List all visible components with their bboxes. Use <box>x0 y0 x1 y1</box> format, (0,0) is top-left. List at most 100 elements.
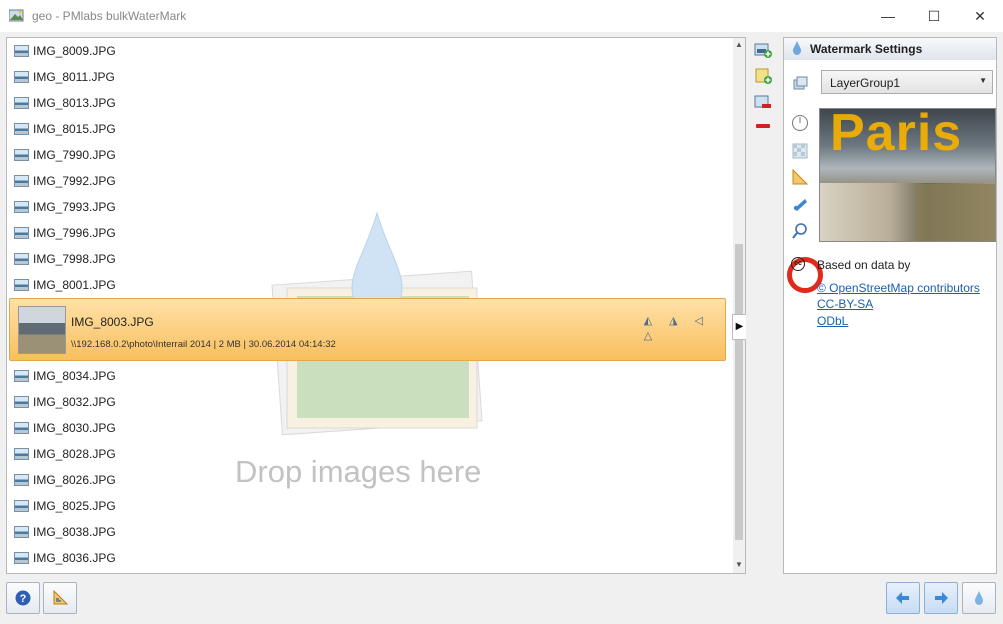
row-actions: ◭ ◮ ◁ △ <box>640 313 725 343</box>
file-list-panel[interactable]: Drop images here IMG_8009.JPG IMG_8011.JP… <box>6 37 746 574</box>
image-file-icon <box>14 253 29 265</box>
file-name: IMG_7998.JPG <box>33 252 116 266</box>
list-item[interactable]: IMG_8025.JPG <box>7 493 733 519</box>
scrollbar-thumb[interactable] <box>735 244 743 540</box>
image-file-icon <box>14 97 29 109</box>
file-name: IMG_8032.JPG <box>33 395 116 409</box>
minimize-button[interactable]: — <box>865 0 911 32</box>
list-item[interactable]: IMG_7992.JPG <box>7 168 733 194</box>
settings-button[interactable] <box>43 582 77 614</box>
list-item[interactable]: IMG_8015.JPG <box>7 116 733 142</box>
selected-file-name: IMG_8003.JPG <box>71 315 154 329</box>
list-item[interactable]: IMG_8009.JPG <box>7 38 733 64</box>
odbl-link[interactable]: ODbL <box>817 314 848 328</box>
list-item[interactable]: IMG_8026.JPG <box>7 467 733 493</box>
osm-contributors-link[interactable]: © OpenStreetMap contributors <box>817 281 980 295</box>
list-item[interactable]: IMG_8001.JPG <box>7 272 733 298</box>
preview-watermark-text: Paris <box>830 108 963 162</box>
watermark-settings-panel: Watermark Settings LayerGroup1 ▼ Paris c… <box>783 37 997 574</box>
file-name: IMG_7990.JPG <box>33 148 116 162</box>
layer-group-value: LayerGroup1 <box>830 76 901 90</box>
file-name: IMG_8015.JPG <box>33 122 116 136</box>
layers-icon <box>793 76 808 90</box>
help-icon: ? <box>15 590 31 606</box>
rotate-left-icon[interactable]: ◁ <box>691 314 707 328</box>
list-item[interactable]: IMG_7996.JPG <box>7 220 733 246</box>
rotate-triangle-icon[interactable] <box>791 168 809 186</box>
attribution-label: Based on data by <box>817 258 911 272</box>
image-file-icon <box>14 474 29 486</box>
water-drop-icon <box>793 41 801 55</box>
image-file-icon <box>14 123 29 135</box>
list-item[interactable]: IMG_8011.JPG <box>7 64 733 90</box>
image-file-icon <box>14 422 29 434</box>
add-folder-icon[interactable] <box>754 67 772 85</box>
image-file-icon <box>14 149 29 161</box>
file-name: IMG_8013.JPG <box>33 96 116 110</box>
maximize-button[interactable]: ☐ <box>911 0 957 32</box>
layer-group-select[interactable]: LayerGroup1 ▼ <box>821 70 993 94</box>
vertical-scrollbar[interactable]: ▲ ▼ <box>733 38 745 573</box>
list-item[interactable]: IMG_8030.JPG <box>7 415 733 441</box>
settings-triangle-icon <box>53 590 68 605</box>
image-file-icon <box>14 71 29 83</box>
file-name: IMG_8030.JPG <box>33 421 116 435</box>
file-name: IMG_7993.JPG <box>33 200 116 214</box>
image-file-icon <box>14 500 29 512</box>
file-name: IMG_8001.JPG <box>33 278 116 292</box>
help-button[interactable]: ? <box>6 582 40 614</box>
map-pin-icon[interactable] <box>791 196 809 214</box>
watermark-preview: Paris <box>819 108 996 242</box>
close-button[interactable]: ✕ <box>957 0 1003 32</box>
list-item[interactable]: IMG_8036.JPG <box>7 545 733 571</box>
settings-header: Watermark Settings <box>784 38 996 60</box>
list-item[interactable]: IMG_7993.JPG <box>7 194 733 220</box>
list-item[interactable]: IMG_8028.JPG <box>7 441 733 467</box>
rotate-right-icon[interactable]: △ <box>640 329 656 343</box>
back-button[interactable] <box>886 582 920 614</box>
remove-image-icon[interactable] <box>754 93 772 111</box>
forward-arrow-icon <box>935 592 948 604</box>
file-name: IMG_8038.JPG <box>33 525 116 539</box>
image-file-icon <box>14 201 29 213</box>
file-name: IMG_8028.JPG <box>33 447 116 461</box>
settings-title: Watermark Settings <box>810 42 923 56</box>
opacity-icon[interactable] <box>791 142 809 160</box>
image-file-icon <box>14 279 29 291</box>
title-bar: geo - PMlabs bulkWaterMark — ☐ ✕ <box>0 0 1003 32</box>
file-name: IMG_8034.JPG <box>33 369 116 383</box>
zoom-icon[interactable] <box>791 222 809 240</box>
file-name: IMG_8009.JPG <box>33 44 116 58</box>
svg-text:?: ? <box>20 593 27 605</box>
list-item[interactable]: IMG_8032.JPG <box>7 389 733 415</box>
image-file-icon <box>14 370 29 382</box>
chevron-down-icon: ▼ <box>979 76 987 85</box>
list-item[interactable]: IMG_7998.JPG <box>7 246 733 272</box>
back-arrow-icon <box>896 592 909 604</box>
window-title: geo - PMlabs bulkWaterMark <box>32 9 187 23</box>
list-item[interactable]: IMG_8038.JPG <box>7 519 733 545</box>
cc-by-sa-link[interactable]: CC-BY-SA <box>817 297 873 311</box>
image-file-icon <box>14 175 29 187</box>
list-item[interactable]: IMG_7990.JPG <box>7 142 733 168</box>
list-item[interactable]: IMG_8034.JPG <box>7 363 733 389</box>
file-name: IMG_7996.JPG <box>33 226 116 240</box>
image-file-icon <box>14 227 29 239</box>
flip-vertical-icon[interactable]: ◮ <box>665 314 681 328</box>
collapse-settings-button[interactable]: ▶ <box>732 314 746 340</box>
remove-all-icon[interactable] <box>754 117 772 135</box>
apply-watermark-button[interactable] <box>962 582 996 614</box>
scroll-up-arrow[interactable]: ▲ <box>734 38 744 52</box>
file-name: IMG_8025.JPG <box>33 499 116 513</box>
scroll-down-arrow[interactable]: ▼ <box>734 558 744 572</box>
forward-button[interactable] <box>924 582 958 614</box>
list-item[interactable]: IMG_8013.JPG <box>7 90 733 116</box>
image-file-icon <box>14 526 29 538</box>
creative-commons-icon: cc <box>791 257 805 271</box>
add-images-icon[interactable] <box>754 41 772 59</box>
position-icon[interactable] <box>791 114 809 132</box>
flip-horizontal-icon[interactable]: ◭ <box>640 314 656 328</box>
selected-file-row[interactable]: IMG_8003.JPG \\192.168.0.2\photo\Interra… <box>9 298 726 361</box>
selected-thumbnail <box>18 306 66 354</box>
image-file-icon <box>14 448 29 460</box>
